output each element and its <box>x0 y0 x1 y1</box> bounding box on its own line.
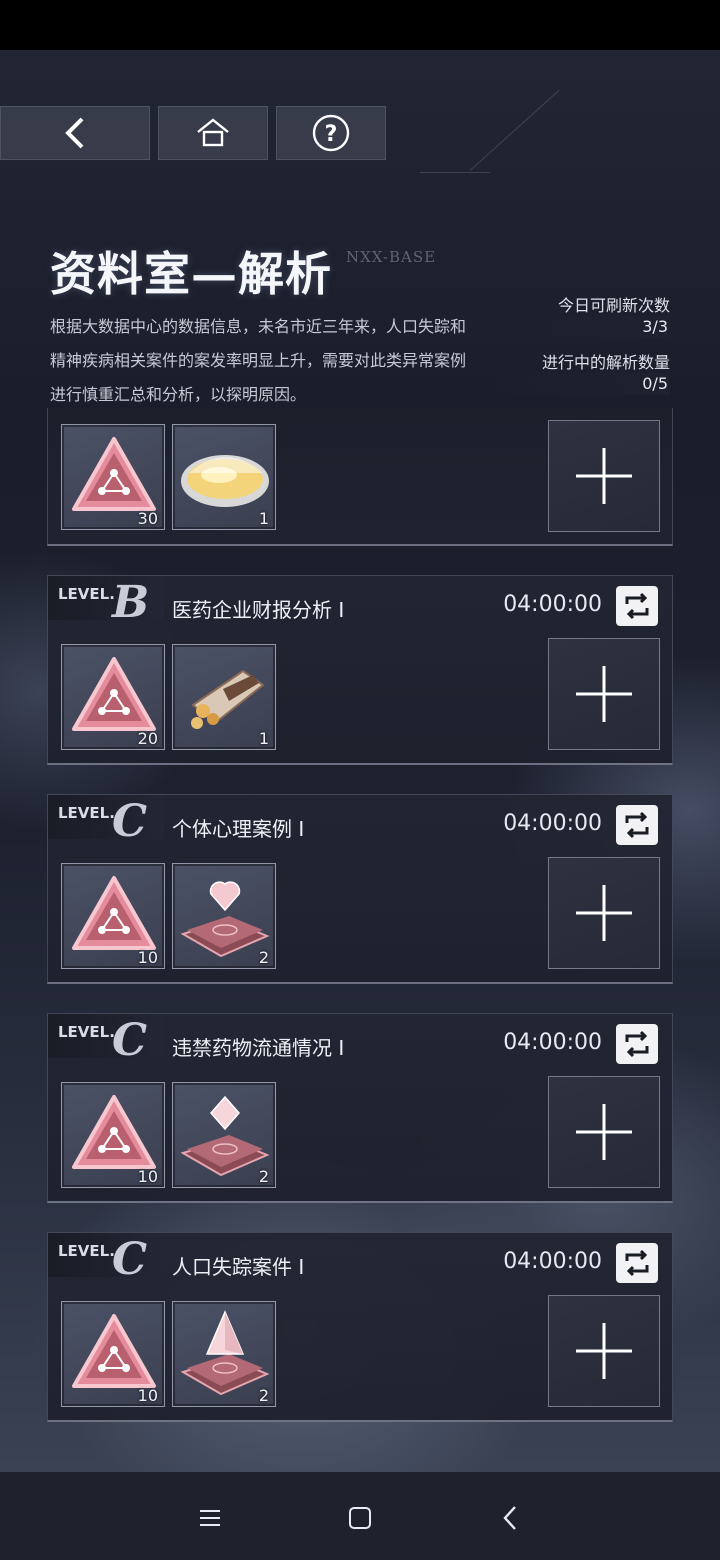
base-tag: NXX-BASE <box>346 248 437 266</box>
item-slot[interactable]: 30 <box>61 424 165 530</box>
level-letter: C <box>112 796 148 847</box>
plus-icon <box>576 1323 632 1379</box>
refresh-button[interactable] <box>616 805 658 845</box>
level-letter: C <box>112 1015 148 1066</box>
page-description: 根据大数据中心的数据信息，未名市近三年来，人口失踪和精神疾病相关案件的案发率明显… <box>50 317 467 404</box>
refresh-icon <box>625 1030 649 1058</box>
refresh-button[interactable] <box>616 1243 658 1283</box>
nav-home-button[interactable] <box>340 1498 380 1538</box>
item-count: 1 <box>258 509 269 528</box>
help-button[interactable]: ? <box>276 106 386 160</box>
add-slot-button[interactable] <box>548 1295 660 1407</box>
plus-icon <box>576 1104 632 1160</box>
item-slot[interactable]: 1 <box>172 644 276 750</box>
add-slot-button[interactable] <box>548 1076 660 1188</box>
item-count: 2 <box>258 948 269 967</box>
analysis-count-value: 0/5 <box>488 373 670 395</box>
item-count: 10 <box>137 948 158 967</box>
item-slot[interactable]: 2 <box>172 1301 276 1407</box>
item-count: 10 <box>137 1386 158 1405</box>
level-badge: LEVEL. C <box>48 1014 164 1066</box>
item-slot[interactable]: 1 <box>172 424 276 530</box>
menu-icon <box>200 1510 220 1526</box>
page-title: 资料室—解析 <box>50 247 332 301</box>
decor-line <box>420 172 490 173</box>
item-count: 10 <box>137 1167 158 1186</box>
refresh-icon <box>625 811 649 839</box>
plus-icon <box>576 448 632 504</box>
analysis-card: LEVEL. B 医药企业财报分析 Ⅰ 04:00:00 20 1 <box>47 575 673 765</box>
refresh-count-label: 今日可刷新次数 <box>557 296 670 315</box>
analysis-count-label: 进行中的解析数量 <box>541 353 670 372</box>
status-bar <box>0 0 720 50</box>
refresh-button[interactable] <box>616 1024 658 1064</box>
item-count: 20 <box>137 729 158 748</box>
help-icon: ? <box>312 114 350 152</box>
card-timer: 04:00:00 <box>503 1030 602 1055</box>
analysis-card: LEVEL. C 人口失踪案件 Ⅰ 04:00:00 10 2 <box>47 1232 673 1422</box>
item-slot[interactable]: 10 <box>61 1301 165 1407</box>
home-icon <box>197 118 229 147</box>
level-prefix: LEVEL. <box>58 804 115 822</box>
item-slot[interactable]: 20 <box>61 644 165 750</box>
refresh-button[interactable] <box>616 586 658 626</box>
nav-back-button[interactable] <box>490 1498 530 1538</box>
back-arrow-icon <box>65 117 84 149</box>
card-timer: 04:00:00 <box>503 811 602 836</box>
item-slot[interactable]: 2 <box>172 1082 276 1188</box>
refresh-icon <box>625 592 649 620</box>
add-slot-button[interactable] <box>548 638 660 750</box>
decor-line <box>469 89 560 171</box>
analysis-card: LEVEL. C 个体心理案例 Ⅰ 04:00:00 10 2 <box>47 794 673 984</box>
nav-menu-button[interactable] <box>190 1498 230 1538</box>
system-nav-bar <box>0 1472 720 1560</box>
level-letter: C <box>112 1234 148 1285</box>
add-slot-button[interactable] <box>548 420 660 532</box>
card-timer: 04:00:00 <box>503 1249 602 1274</box>
app-screen: ? 资料室—解析 NXX-BASE 根据大数据中心的数据信息，未名市近三年来，人… <box>0 50 720 1472</box>
item-count: 2 <box>258 1167 269 1186</box>
level-prefix: LEVEL. <box>58 1242 115 1260</box>
item-count: 2 <box>258 1386 269 1405</box>
item-count: 1 <box>258 729 269 748</box>
chevron-left-icon <box>503 1506 516 1530</box>
plus-icon <box>576 666 632 722</box>
level-prefix: LEVEL. <box>58 585 115 603</box>
plus-icon <box>576 885 632 941</box>
level-badge: LEVEL. C <box>48 1233 164 1285</box>
card-title: 个体心理案例 Ⅰ <box>172 817 305 841</box>
item-count: 30 <box>137 509 158 528</box>
analysis-card: LEVEL. C 违禁药物流通情况 Ⅰ 04:00:00 10 2 <box>47 1013 673 1203</box>
item-slot[interactable]: 10 <box>61 863 165 969</box>
add-slot-button[interactable] <box>548 857 660 969</box>
level-prefix: LEVEL. <box>58 1023 115 1041</box>
item-slot[interactable]: 2 <box>172 863 276 969</box>
refresh-count-value: 3/3 <box>488 316 670 338</box>
back-button[interactable] <box>0 106 150 160</box>
svg-text:?: ? <box>325 122 338 147</box>
level-badge: LEVEL. B <box>48 576 164 628</box>
card-timer: 04:00:00 <box>503 592 602 617</box>
level-badge: LEVEL. C <box>48 795 164 847</box>
card-title: 违禁药物流通情况 Ⅰ <box>172 1036 345 1060</box>
square-icon <box>349 1507 371 1529</box>
item-slot[interactable]: 10 <box>61 1082 165 1188</box>
card-title: 医药企业财报分析 Ⅰ <box>172 598 345 622</box>
analysis-card-partial: 30 1 <box>47 408 673 546</box>
refresh-icon <box>625 1249 649 1277</box>
card-title: 人口失踪案件 Ⅰ <box>172 1255 305 1279</box>
home-button[interactable] <box>158 106 268 160</box>
level-letter: B <box>112 577 150 628</box>
